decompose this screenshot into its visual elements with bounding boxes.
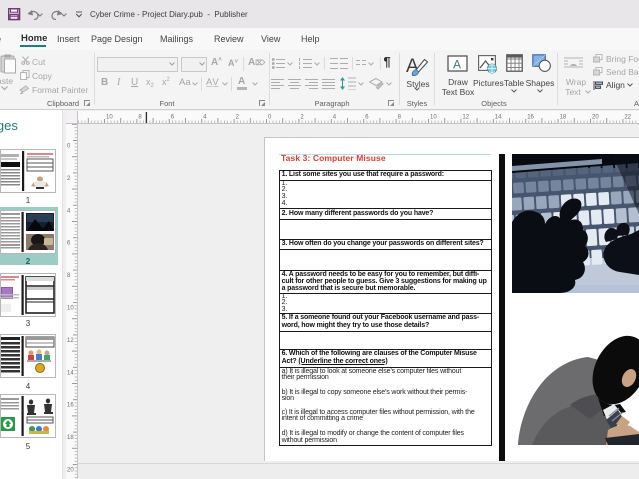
- svg-text:16: 16: [67, 403, 74, 409]
- svg-text:6: 6: [171, 115, 175, 121]
- svg-text:4: 4: [203, 115, 207, 121]
- svg-text:18: 18: [67, 435, 74, 441]
- svg-text:2: 2: [300, 115, 304, 121]
- svg-text:10: 10: [67, 306, 74, 312]
- svg-text:8: 8: [138, 115, 142, 121]
- svg-text:10: 10: [430, 115, 437, 121]
- svg-text:8: 8: [398, 115, 402, 121]
- svg-text:12: 12: [67, 338, 74, 344]
- svg-text:0: 0: [268, 115, 272, 121]
- svg-text:6: 6: [67, 241, 71, 247]
- svg-text:12: 12: [462, 115, 469, 121]
- svg-text:14: 14: [67, 370, 74, 376]
- svg-text:16: 16: [527, 115, 534, 121]
- svg-text:2: 2: [67, 176, 71, 182]
- svg-text:20: 20: [592, 115, 599, 121]
- svg-text:22: 22: [624, 115, 631, 121]
- svg-text:10: 10: [106, 115, 113, 121]
- svg-text:2: 2: [236, 115, 240, 121]
- svg-text:A: A: [453, 58, 461, 72]
- svg-text:20: 20: [67, 468, 74, 474]
- svg-text:6: 6: [365, 115, 369, 121]
- svg-text:4: 4: [67, 208, 71, 214]
- svg-text:4: 4: [333, 115, 337, 121]
- svg-text:0: 0: [67, 144, 71, 150]
- svg-text:14: 14: [495, 115, 502, 121]
- svg-text:18: 18: [560, 115, 567, 121]
- svg-text:8: 8: [67, 273, 71, 279]
